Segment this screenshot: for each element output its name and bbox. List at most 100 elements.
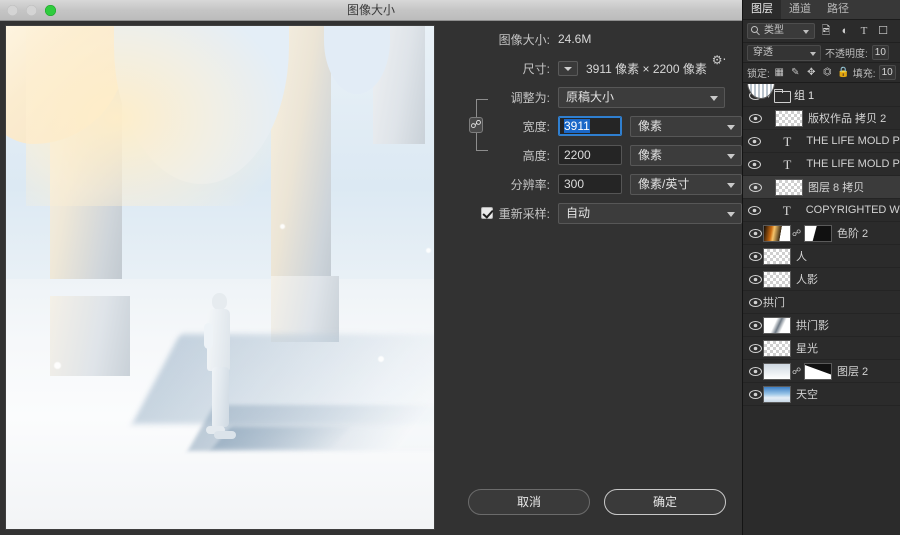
visibility-toggle-icon[interactable] — [747, 337, 763, 360]
resolution-input[interactable]: 300 — [558, 174, 622, 194]
layer-thumbnail[interactable] — [775, 109, 803, 127]
artboard-nesting-icon[interactable]: ⏣ — [821, 66, 834, 79]
list-item: 人 — [796, 251, 807, 263]
height-unit-select[interactable]: 像素 — [630, 144, 742, 166]
height-input[interactable]: 2200 — [558, 145, 622, 165]
fit-to-label: 调整为: — [510, 90, 550, 105]
table-row[interactable]: T COPYRIGHTED WO — [743, 199, 900, 222]
opacity-value[interactable]: 10 — [871, 45, 889, 60]
layer-thumbnail[interactable] — [763, 247, 791, 265]
visibility-toggle-icon[interactable] — [747, 199, 762, 222]
image-filter-icon[interactable]: 🖻 — [818, 23, 834, 39]
layer-thumbnail[interactable] — [763, 362, 791, 380]
transparent-pixels-icon[interactable]: ▦ — [773, 66, 786, 79]
table-row[interactable]: T THE LIFE MOLD PL — [743, 130, 900, 153]
table-row[interactable]: 图层 8 拷贝 — [743, 176, 900, 199]
lock-row: 锁定: ▦ ✎ ✥ ⏣ 🔒 填充: 10 — [743, 63, 900, 83]
table-row[interactable]: ☍ 色阶 2 — [743, 222, 900, 245]
dimensions-label: 尺寸: — [522, 61, 550, 76]
lock-all-icon[interactable]: 🔒 — [837, 66, 850, 79]
resolution-unit-select[interactable]: 像素/英寸 — [630, 173, 742, 195]
visibility-toggle-icon[interactable] — [747, 245, 763, 268]
blend-mode-select[interactable]: 穿透 — [747, 44, 821, 61]
table-row[interactable]: T THE LIFE MOLD PL — [743, 153, 900, 176]
text-layer-icon[interactable]: T — [773, 202, 801, 219]
visibility-toggle-icon[interactable] — [747, 360, 763, 383]
text-layer-icon[interactable]: T — [773, 133, 801, 150]
tab-paths[interactable]: 路径 — [819, 0, 857, 19]
layer-thumbnail[interactable] — [763, 316, 791, 334]
text-filter-icon[interactable]: T — [856, 23, 872, 39]
layer-thumbnail[interactable] — [763, 385, 791, 403]
fill-value[interactable]: 10 — [878, 65, 896, 80]
visibility-toggle-icon[interactable] — [747, 383, 763, 406]
visibility-toggle-icon[interactable] — [747, 130, 762, 153]
resample-select[interactable]: 自动 — [558, 202, 742, 224]
gear-icon[interactable]: ⚙‧ — [710, 53, 728, 67]
mask-link-icon[interactable]: ☍ — [792, 366, 801, 377]
layer-thumbnail[interactable] — [763, 224, 791, 242]
image-size-controls: ⚙‧ 图像大小: 24.6M 尺寸: 3911 像素 × 2200 像素 调整为… — [443, 25, 742, 530]
tab-channels[interactable]: 通道 — [781, 0, 819, 19]
filter-type-select[interactable]: 类型 — [747, 23, 815, 39]
resolution-row: 分辨率: 300 像素/英寸 — [443, 173, 742, 195]
visibility-toggle-icon[interactable] — [747, 176, 763, 199]
table-row[interactable]: 版权作品 拷贝 2 — [743, 107, 900, 130]
dimensions-unit-dropdown[interactable] — [558, 60, 578, 76]
fill-label: 填充: — [852, 69, 876, 80]
layer-list[interactable]: ▾ 组 1 版权作品 拷贝 2 T THE LIFE MOLD PL — [743, 84, 900, 535]
visibility-toggle-icon[interactable] — [747, 314, 763, 337]
resample-label: 重新采样: — [498, 206, 550, 221]
filter-type-label: 类型 — [764, 25, 784, 36]
mask-link-icon[interactable]: ☍ — [792, 228, 801, 239]
list-item: 拱门影 — [796, 320, 829, 332]
table-row[interactable]: 人影 — [743, 268, 900, 291]
column-base-middle — [271, 276, 339, 342]
visibility-toggle-icon[interactable] — [747, 222, 763, 245]
visibility-toggle-icon[interactable] — [747, 153, 762, 176]
image-size-dialog: 图像大小 ⚙‧ 图像大小: 24.6M 尺寸: 3911 像素 × 2200 像… — [0, 0, 742, 535]
column-base-left — [50, 296, 130, 376]
layer-thumbnail[interactable] — [763, 270, 791, 288]
layer-mask-thumbnail[interactable] — [804, 224, 832, 242]
visibility-toggle-icon[interactable] — [747, 107, 763, 130]
panel-tabs: 图层 通道 路径 — [743, 0, 900, 20]
visibility-toggle-icon[interactable] — [747, 291, 763, 314]
chain-link-icon[interactable]: ☍ — [469, 117, 483, 133]
layer-thumbnail[interactable] — [775, 178, 803, 196]
image-size-value: 24.6M — [558, 32, 592, 46]
image-pixels-icon[interactable]: ✎ — [789, 66, 802, 79]
table-row[interactable]: 人 — [743, 245, 900, 268]
table-row[interactable]: ☍ 图层 2 — [743, 360, 900, 383]
width-input[interactable]: 3911 — [558, 116, 622, 136]
cancel-button[interactable]: 取消 — [468, 489, 590, 515]
dimensions-value: 3911 像素 × 2200 像素 — [586, 61, 707, 76]
width-unit-select[interactable]: 像素 — [630, 115, 742, 137]
bokeh-dot — [280, 224, 285, 229]
table-row[interactable]: 星光 — [743, 337, 900, 360]
bokeh-dot — [54, 362, 61, 369]
ok-button[interactable]: 确定 — [604, 489, 726, 515]
table-row[interactable]: 拱门 — [743, 84, 900, 314]
layer-thumbnail[interactable] — [763, 339, 791, 357]
tab-layers[interactable]: 图层 — [743, 0, 781, 19]
table-row[interactable]: 天空 — [743, 383, 900, 406]
position-icon[interactable]: ✥ — [805, 66, 818, 79]
bokeh-dot — [378, 356, 384, 362]
adjustment-filter-icon[interactable]: ◐ — [837, 23, 853, 39]
list-item: 图层 2 — [837, 366, 869, 378]
list-item: 色阶 2 — [837, 228, 869, 240]
layer-mask-thumbnail[interactable] — [804, 362, 832, 380]
resample-checkbox[interactable] — [480, 207, 493, 219]
shape-filter-icon[interactable]: ☐ — [875, 23, 891, 39]
width-label: 宽度: — [522, 119, 550, 134]
image-preview[interactable] — [5, 25, 435, 530]
text-layer-icon[interactable]: T — [773, 156, 801, 173]
list-item: COPYRIGHTED WO — [805, 204, 900, 216]
list-item: 人影 — [796, 274, 818, 286]
table-row[interactable]: 拱门影 — [743, 314, 900, 337]
bokeh-dot — [426, 248, 431, 253]
width-value: 3911 — [564, 119, 590, 133]
fit-to-select[interactable]: 原稿大小 — [558, 86, 725, 108]
visibility-toggle-icon[interactable] — [747, 268, 763, 291]
